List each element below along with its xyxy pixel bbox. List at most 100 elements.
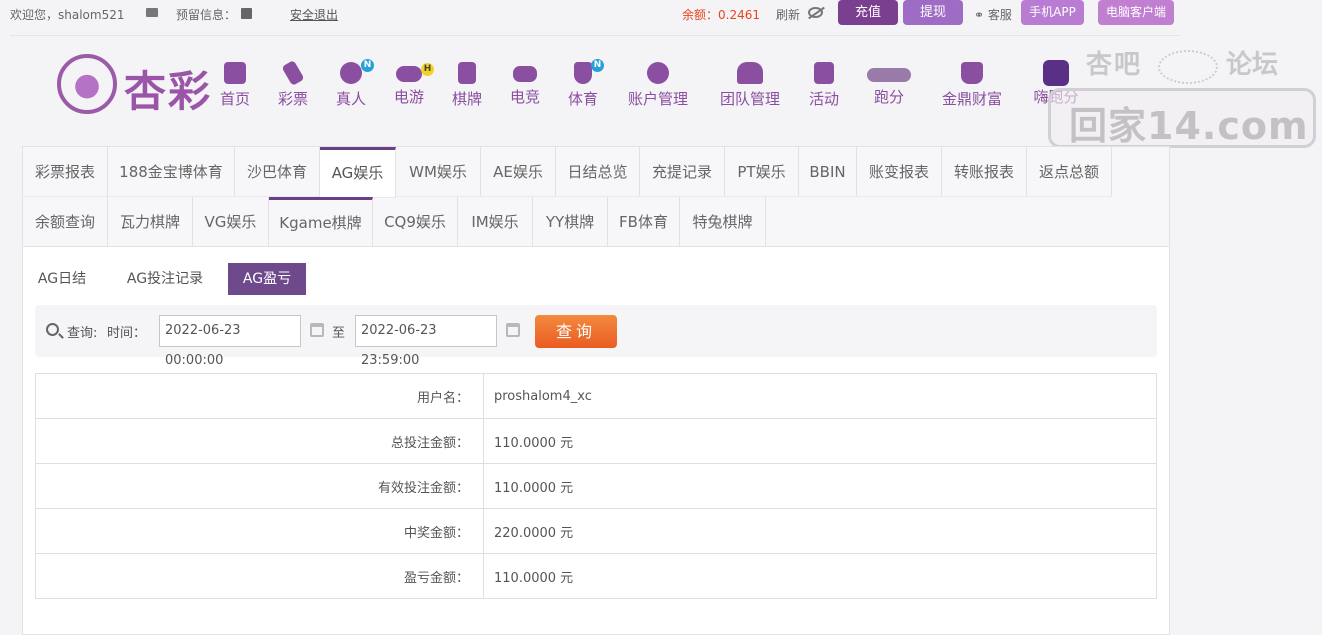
tab-188-sports[interactable]: 188金宝博体育	[108, 147, 235, 197]
nav-item-esports[interactable]: 电竞	[508, 62, 542, 107]
logout-link[interactable]: 安全退出	[290, 6, 338, 23]
nav-item-home[interactable]: 首页	[218, 62, 252, 109]
run-icon	[867, 68, 911, 82]
new-badge: N	[361, 59, 374, 72]
logo-emblem-icon[interactable]	[57, 54, 117, 114]
withdraw-button[interactable]: 提现	[903, 0, 963, 25]
nav-item-cards[interactable]: 棋牌	[450, 62, 484, 109]
nav-label: 首页	[219, 90, 250, 108]
table-row: 盈亏金额： 110.0000 元	[35, 553, 1157, 599]
mobile-app-button[interactable]: 手机APP	[1021, 0, 1084, 25]
query-bar: 查询: 时间： 2022-06-23 00:00:00 至 2022-06-23…	[35, 305, 1157, 368]
tab-kgame-cards[interactable]: Kgame棋牌	[269, 197, 373, 247]
tab-bbin[interactable]: BBIN	[799, 147, 857, 197]
customer-service-label: 客服	[987, 8, 1012, 22]
divider	[10, 35, 1180, 36]
query-button[interactable]: 查询	[535, 315, 617, 348]
tab-wali-cards[interactable]: 瓦力棋牌	[108, 197, 193, 247]
dealer-icon: N	[340, 59, 374, 84]
gamepad-icon: H	[396, 63, 434, 82]
subtab-ag-daily[interactable]: AG日结	[29, 263, 95, 295]
subtab-ag-bet-records[interactable]: AG投注记录	[115, 263, 215, 295]
tab-saba-sports[interactable]: 沙巴体育	[235, 147, 320, 197]
tab-fb-sports[interactable]: FB体育	[608, 197, 680, 247]
tab-vg[interactable]: VG娱乐	[193, 197, 269, 247]
mail-icon[interactable]	[146, 8, 158, 17]
tab-ae[interactable]: AE娱乐	[481, 147, 556, 197]
nav-item-activity[interactable]: 活动	[807, 62, 841, 109]
watermark-ornament-icon	[1158, 50, 1218, 84]
row-label: 中奖金额：	[35, 508, 484, 554]
table-row: 总投注金额： 110.0000 元	[35, 418, 1157, 464]
edit-icon[interactable]	[241, 8, 252, 19]
tab-transfer-report[interactable]: 转账报表	[942, 147, 1027, 197]
nav-label: 体育	[567, 90, 598, 108]
controller-icon	[513, 66, 537, 82]
nav-item-jinding[interactable]: 金鼎财富	[938, 62, 1006, 109]
to-label: 至	[332, 326, 346, 341]
time-label: 时间：	[107, 326, 147, 341]
tab-tetu-cards[interactable]: 特兔棋牌	[680, 197, 766, 247]
report-panel: 彩票报表 188金宝博体育 沙巴体育 AG娱乐 WM娱乐 AE娱乐 日结总览 充…	[22, 146, 1170, 635]
row-label: 用户名：	[35, 373, 484, 419]
tab-rebate-total[interactable]: 返点总额	[1027, 147, 1112, 197]
tab-balance-query[interactable]: 余额查询	[23, 197, 108, 247]
top-bar: 欢迎您，shalom521 预留信息： 安全退出 余额：0.2461 刷新 充值…	[0, 0, 1322, 28]
table-row: 中奖金额： 220.0000 元	[35, 508, 1157, 554]
recharge-button[interactable]: 充值	[838, 0, 898, 25]
team-icon	[737, 62, 763, 84]
cards-icon	[458, 62, 476, 84]
calendar-icon[interactable]	[506, 323, 520, 337]
hot-badge: H	[421, 63, 434, 76]
tab-wm[interactable]: WM娱乐	[396, 147, 481, 197]
nav-item-team[interactable]: 团队管理	[716, 62, 784, 109]
nav-label: 跑分	[873, 88, 904, 106]
nav-label: 彩票	[277, 90, 308, 108]
tab-lottery-report[interactable]: 彩票报表	[23, 147, 108, 197]
tab-pt[interactable]: PT娱乐	[725, 147, 799, 197]
reserve-info-label: 预留信息：	[176, 8, 237, 22]
hide-eye-icon[interactable]	[808, 7, 823, 18]
tab-daily-overview[interactable]: 日结总览	[556, 147, 640, 197]
customer-service-link[interactable]: ⚭ 客服	[974, 6, 1012, 23]
watermark-url: 回家14.com	[1069, 104, 1309, 148]
tab-balance-change[interactable]: 账变报表	[857, 147, 942, 197]
start-date-input[interactable]: 2022-06-23 00:00:00	[159, 315, 301, 368]
trophy-icon: N	[574, 59, 604, 84]
nav-label: 金鼎财富	[941, 90, 1002, 108]
yen-icon	[647, 62, 669, 84]
logo-text[interactable]: 杏彩	[124, 58, 212, 119]
nav-item-sports[interactable]: N 体育	[566, 59, 604, 109]
nav-item-lottery[interactable]: 彩票	[276, 59, 310, 109]
watermark: 杏吧 论坛 回家14.com	[1048, 40, 1320, 152]
refresh-link[interactable]: 刷新	[776, 6, 800, 23]
new-badge: N	[591, 59, 604, 72]
nav-item-run-score[interactable]: 跑分	[864, 62, 914, 107]
nav-label: 电竞	[509, 88, 540, 106]
nav-label: 活动	[808, 90, 839, 108]
query-label: 查询:	[67, 326, 98, 341]
home-icon	[224, 62, 246, 84]
tab-yy-cards[interactable]: YY棋牌	[533, 197, 608, 247]
tab-im[interactable]: IM娱乐	[458, 197, 533, 247]
row-value: proshalom4_xc	[483, 373, 1157, 419]
summary-table: 用户名： proshalom4_xc 总投注金额： 110.0000 元 有效投…	[35, 373, 1157, 599]
nav-item-slots[interactable]: H 电游	[392, 62, 434, 107]
nav-item-live[interactable]: N 真人	[334, 59, 374, 109]
nav-label: 棋牌	[451, 90, 482, 108]
calendar-icon[interactable]	[310, 323, 324, 337]
nav-item-account[interactable]: 账户管理	[624, 62, 692, 109]
search-icon	[46, 323, 59, 336]
watermark-box: 回家14.com	[1048, 88, 1316, 148]
tab-deposit-withdraw[interactable]: 充提记录	[640, 147, 725, 197]
tab-cq9[interactable]: CQ9娱乐	[373, 197, 458, 247]
row-value: 110.0000 元	[483, 463, 1157, 509]
gift-icon	[814, 62, 834, 84]
end-date-input[interactable]: 2022-06-23 23:59:00	[355, 315, 497, 368]
balance-text: 余额：0.2461	[682, 8, 760, 22]
pc-client-button[interactable]: 电脑客户端	[1098, 0, 1174, 25]
nav-label: 真人	[335, 90, 366, 108]
watermark-text: 杏吧	[1086, 50, 1143, 80]
tab-ag[interactable]: AG娱乐	[320, 147, 396, 198]
subtab-ag-profit-loss[interactable]: AG盈亏	[228, 263, 306, 295]
